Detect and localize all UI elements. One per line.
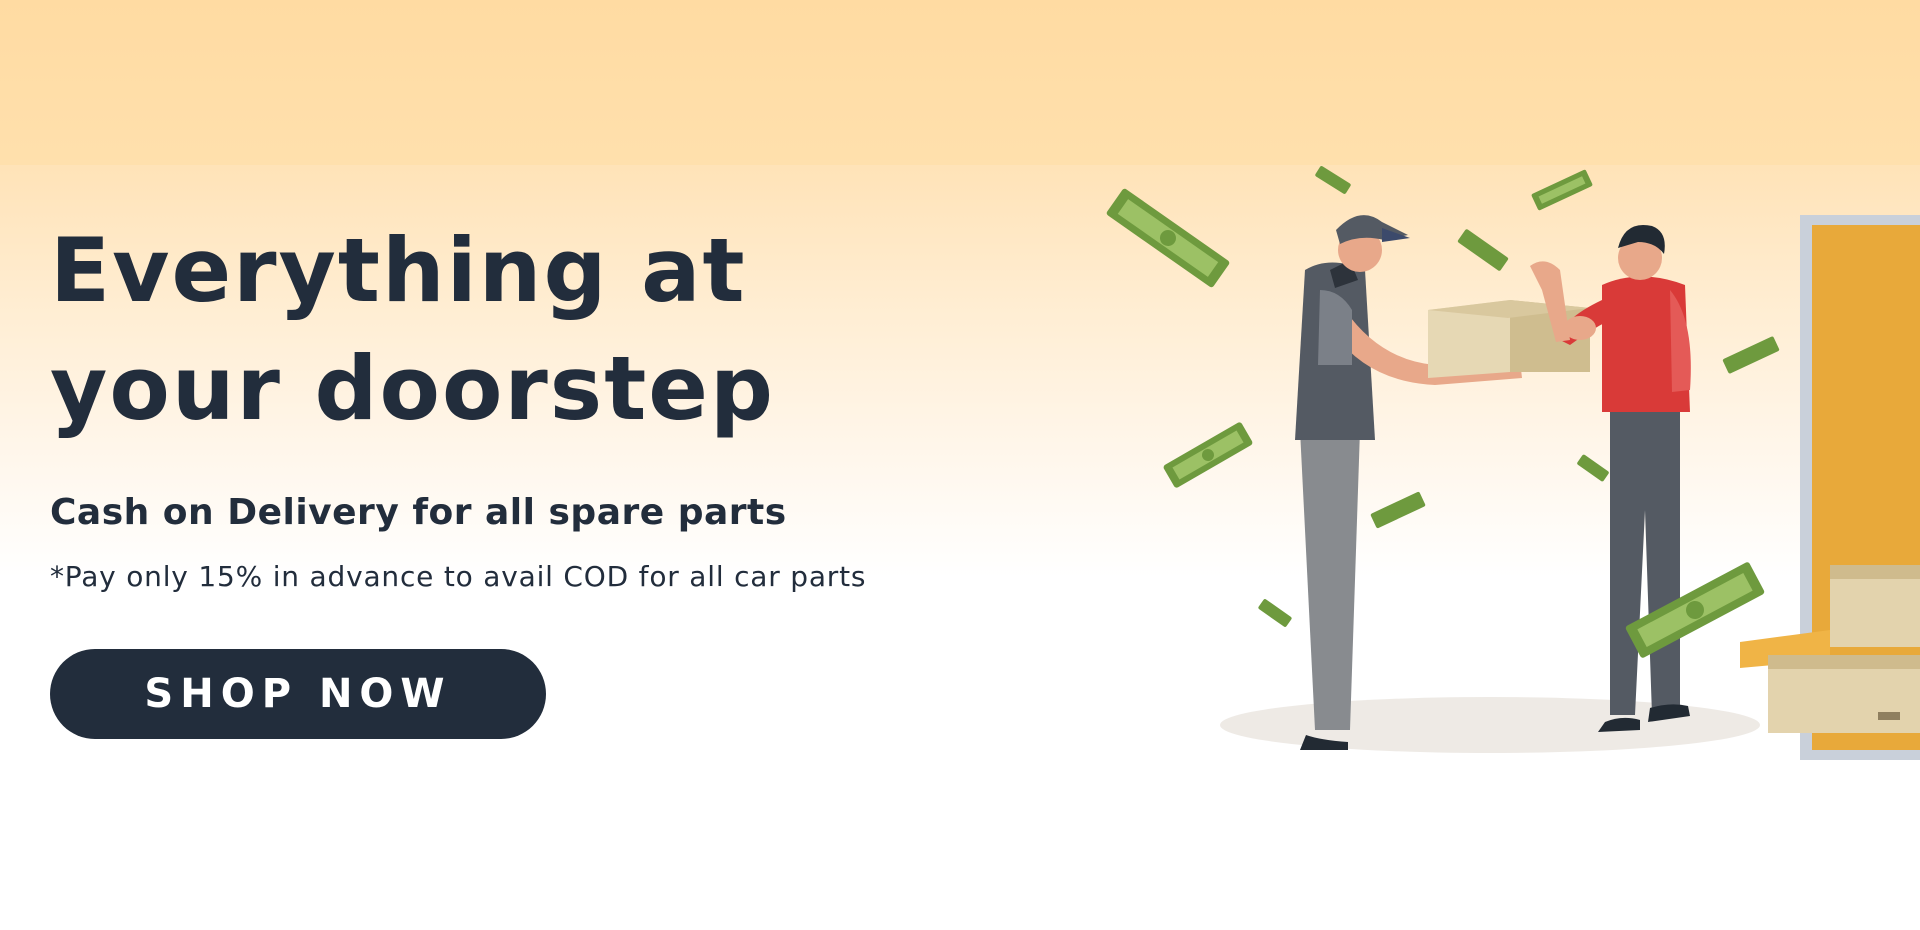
banner-subheading: Cash on Delivery for all spare parts	[50, 492, 787, 533]
headline-line-1: Everything at	[50, 219, 747, 322]
headline-line-2: your doorstep	[50, 337, 775, 440]
customer-icon	[1530, 224, 1691, 732]
banner-top-band	[0, 0, 1920, 165]
delivery-person-icon	[1295, 215, 1522, 750]
cod-promo-banner: Everything at your doorstep Cash on Deli…	[0, 0, 1920, 930]
banner-note: *Pay only 15% in advance to avail COD fo…	[50, 560, 867, 593]
banner-headline: Everything at your doorstep	[50, 212, 775, 448]
delivery-illustration	[1106, 166, 1920, 760]
shop-now-button[interactable]: SHOP NOW	[50, 649, 546, 739]
